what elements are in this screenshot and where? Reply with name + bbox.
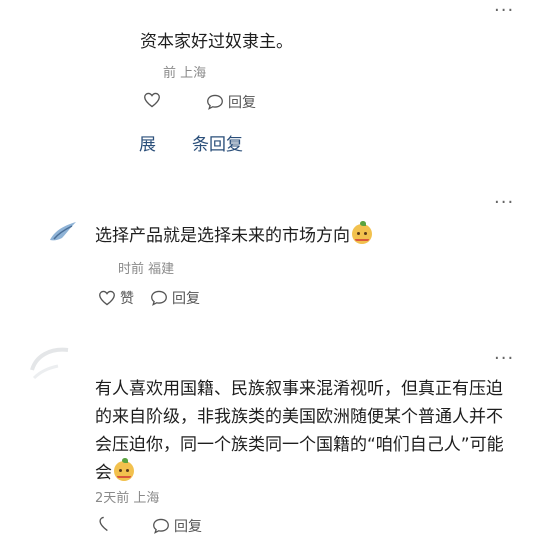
- heart-icon: [99, 290, 115, 306]
- reply-label: 回复: [174, 519, 202, 535]
- comment-location: 福建: [148, 262, 175, 277]
- comment-text-line: 会: [95, 458, 535, 487]
- more-options-button[interactable]: ···: [494, 350, 514, 368]
- mango-emoji-icon: [352, 221, 372, 244]
- comment-bubble-icon: [151, 290, 167, 306]
- comment-text-line: 有人喜欢用国籍、民族叙事来混淆视听，但真正有压迫: [95, 379, 503, 399]
- comment-meta: 时前 福建: [118, 258, 174, 277]
- heart-icon: [144, 92, 160, 108]
- expand-replies-suffix: 条回复: [192, 135, 243, 155]
- comment-time: 2天前: [95, 491, 130, 506]
- mango-emoji-icon: [114, 458, 134, 481]
- comment-location: 上海: [133, 491, 160, 506]
- comment-bubble-icon: [207, 94, 223, 110]
- comment-text-line: 的来自阶级，非我族类的美国欧洲随便某个普通人并不: [95, 407, 503, 427]
- comment-text: 选择产品就是选择未来的市场方向: [95, 221, 372, 250]
- comment-text: 资本家好过奴隶主。: [140, 32, 293, 52]
- reply-button[interactable]: 回复: [150, 288, 200, 308]
- comment-time: 前: [163, 66, 177, 81]
- reply-label: 回复: [228, 95, 256, 111]
- comment-location: 上海: [180, 66, 207, 81]
- comment-text-line: 会压迫你，同一个族类同一个国籍的“咱们自己人”可能: [95, 435, 504, 455]
- like-button[interactable]: 赞: [98, 288, 134, 308]
- reply-label: 回复: [172, 291, 200, 307]
- expand-replies-prefix: 展: [139, 135, 156, 155]
- heart-icon: [99, 516, 108, 532]
- comment-meta: 前 上海: [163, 62, 206, 81]
- reply-button[interactable]: 回复: [206, 92, 256, 112]
- comment-bubble-icon: [153, 518, 169, 534]
- avatar[interactable]: [48, 218, 80, 244]
- comment-text: 有人喜欢用国籍、民族叙事来混淆视听，但真正有压迫 的来自阶级，非我族类的美国欧洲…: [95, 375, 535, 487]
- avatar[interactable]: [28, 342, 72, 386]
- more-options-button[interactable]: ···: [494, 194, 514, 212]
- comment-meta: 2天前 上海: [95, 487, 159, 506]
- more-options-button[interactable]: ···: [494, 2, 514, 20]
- like-label: 赞: [120, 291, 134, 307]
- reply-button[interactable]: 回复: [152, 516, 202, 536]
- like-button[interactable]: [143, 92, 165, 108]
- like-button[interactable]: [98, 516, 112, 532]
- expand-replies-link[interactable]: 展 条回复: [139, 130, 243, 155]
- comment-time: 时前: [118, 262, 145, 277]
